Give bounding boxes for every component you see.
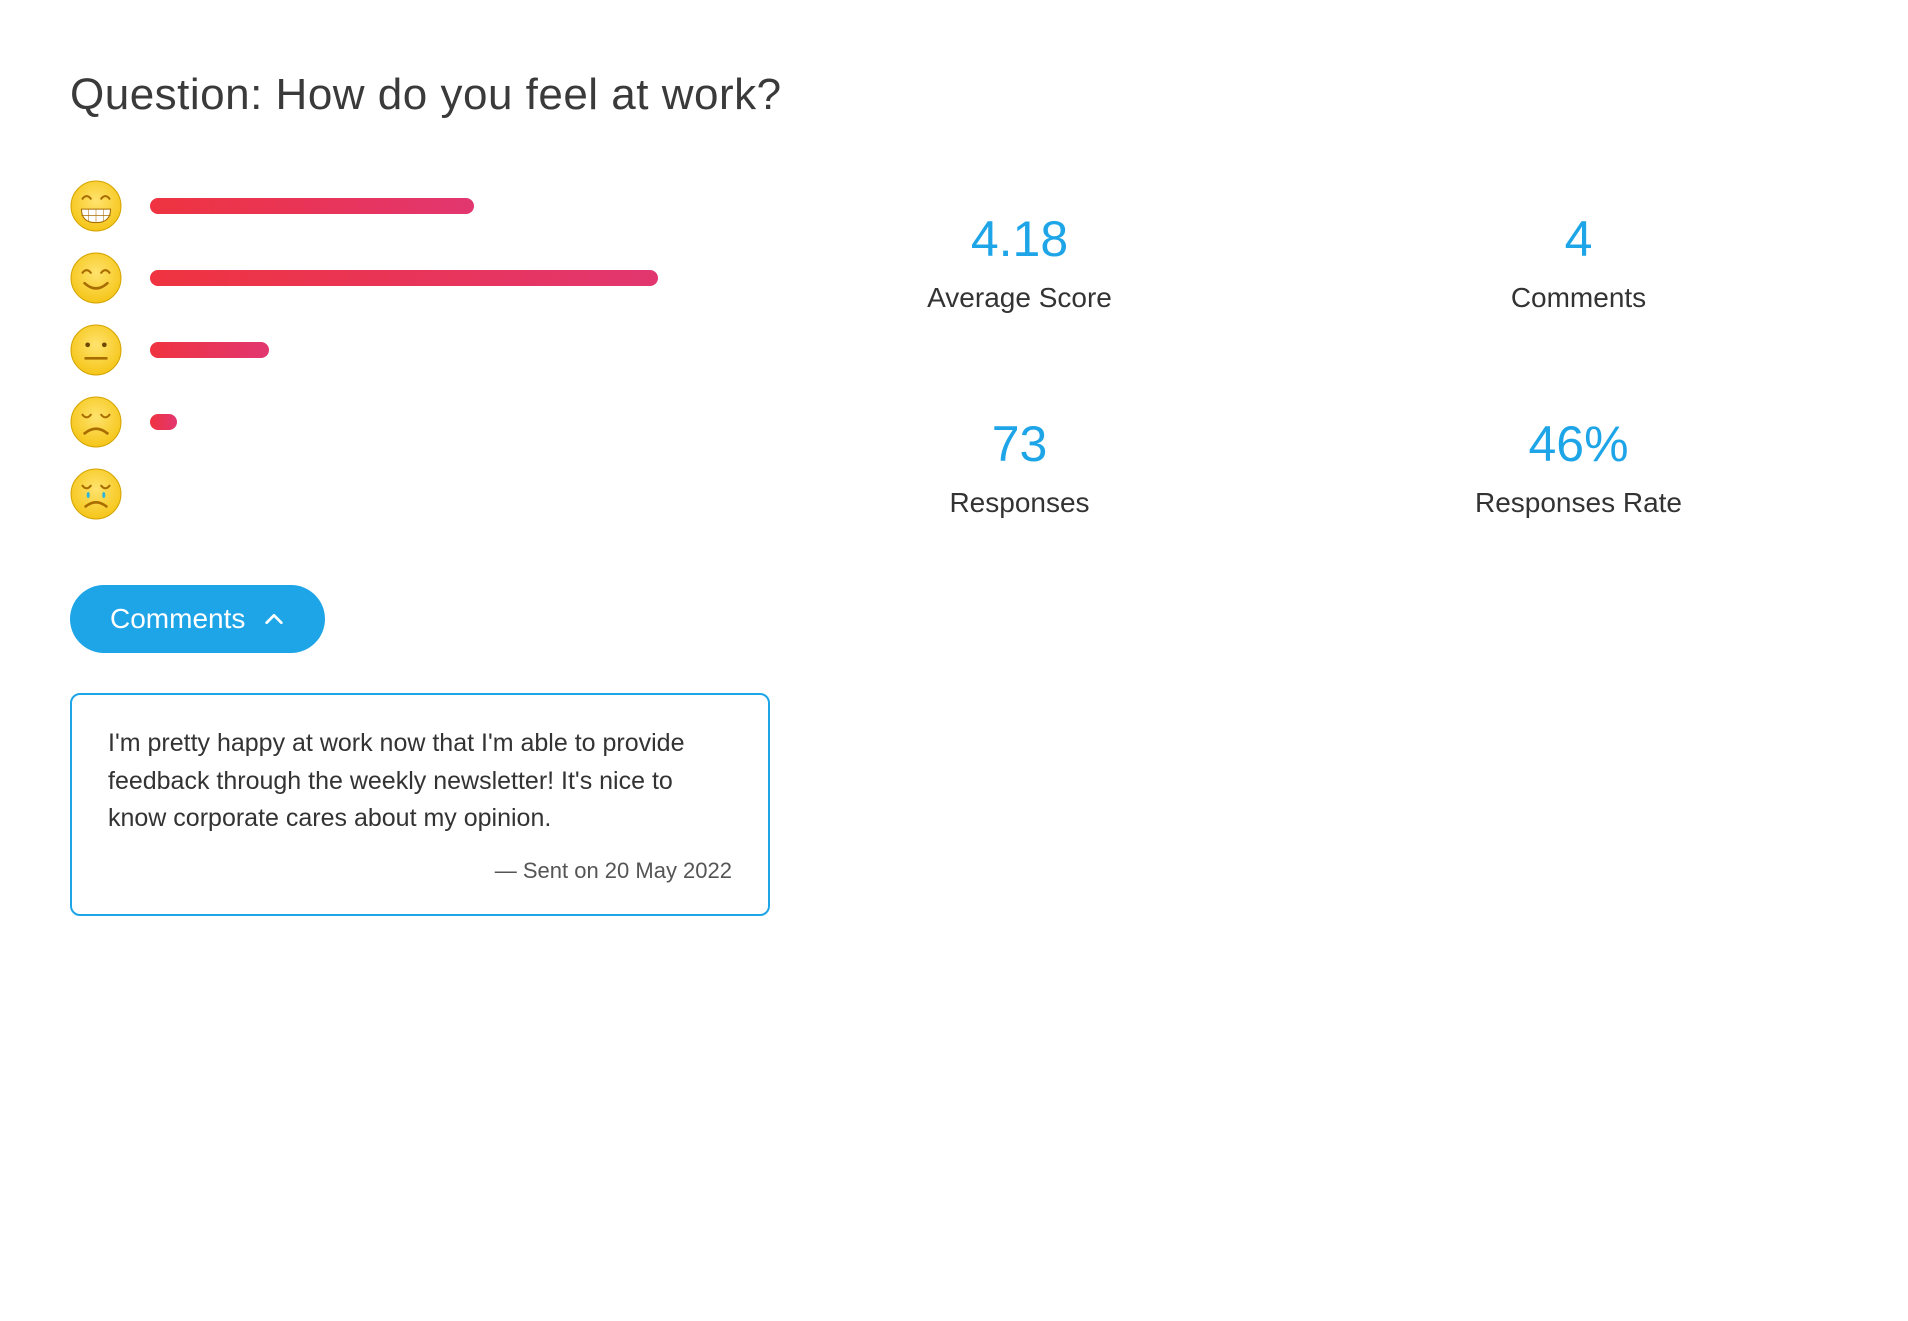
stat-value: 73 — [760, 415, 1279, 473]
stat-value: 46% — [1319, 415, 1838, 473]
comment-card: I'm pretty happy at work now that I'm ab… — [70, 693, 770, 916]
stat-label: Average Score — [760, 282, 1279, 314]
stat-comments: 4 Comments — [1319, 210, 1838, 325]
bar-sad — [150, 414, 177, 430]
chart-row-crying — [70, 458, 690, 530]
stat-responses: 73 Responses — [760, 415, 1279, 530]
frown-icon — [70, 396, 122, 448]
bar-very-happy — [150, 198, 474, 214]
grin-icon — [70, 180, 122, 232]
chart-row-very-happy — [70, 170, 690, 242]
comment-meta: — Sent on 20 May 2022 — [108, 858, 732, 884]
stat-label: Responses — [760, 487, 1279, 519]
stat-average-score: 4.18 Average Score — [760, 210, 1279, 325]
comments-button-label: Comments — [110, 603, 245, 635]
stat-responses-rate: 46% Responses Rate — [1319, 415, 1838, 530]
chart-row-sad — [70, 386, 690, 458]
stat-label: Responses Rate — [1319, 487, 1838, 519]
chart-row-neutral — [70, 314, 690, 386]
comment-text: I'm pretty happy at work now that I'm ab… — [108, 725, 732, 838]
bar-chart — [70, 170, 690, 530]
page-title: Question: How do you feel at work? — [70, 70, 1838, 120]
neutral-icon — [70, 324, 122, 376]
bar-neutral — [150, 342, 269, 358]
chart-row-happy — [70, 242, 690, 314]
comments-toggle-button[interactable]: Comments — [70, 585, 325, 653]
stat-value: 4 — [1319, 210, 1838, 268]
bar-happy — [150, 270, 658, 286]
smile-icon — [70, 252, 122, 304]
stat-value: 4.18 — [760, 210, 1279, 268]
stat-label: Comments — [1319, 282, 1838, 314]
cry-icon — [70, 468, 122, 520]
stats-panel: 4.18 Average Score 4 Comments 73 Respons… — [730, 170, 1838, 530]
chevron-up-icon — [263, 608, 285, 630]
